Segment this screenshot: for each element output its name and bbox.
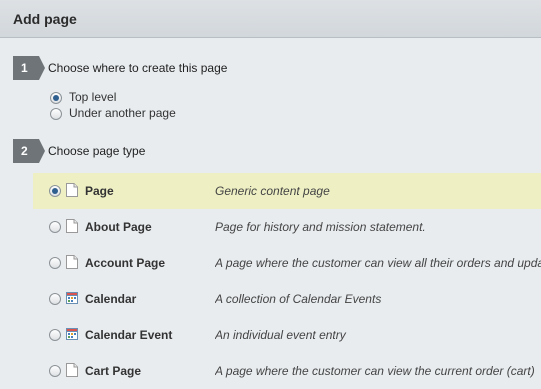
step-1-label: Choose where to create this page	[48, 61, 228, 75]
page-type-description: A page where the customer can view the c…	[215, 364, 535, 378]
page-type-description: Page for history and mission statement.	[215, 220, 426, 234]
page-type-description: A page where the customer can view all t…	[215, 256, 541, 270]
radio-page-type[interactable]	[49, 257, 61, 269]
document-icon	[66, 219, 78, 233]
page-type-description: A collection of Calendar Events	[215, 292, 382, 306]
page-type-row-account-page[interactable]: Account Page A page where the customer c…	[33, 245, 541, 281]
page-type-row-calendar-event[interactable]: Calendar Event An individual event entry	[33, 317, 541, 353]
step-2-label: Choose page type	[48, 144, 146, 158]
location-option-under-another-page[interactable]: Under another page	[50, 105, 350, 121]
page-type-row-cart-page[interactable]: Cart Page A page where the customer can …	[33, 353, 541, 389]
radio-under-another-page[interactable]	[50, 108, 62, 120]
location-option-label: Top level	[69, 90, 117, 104]
page-type-row-calendar[interactable]: Calendar A collection of Calendar Events	[33, 281, 541, 317]
calendar-icon	[66, 328, 78, 340]
page-type-name: Page	[85, 184, 114, 198]
page-type-name: Calendar	[85, 292, 137, 306]
page-type-name: About Page	[85, 220, 152, 234]
radio-page-type[interactable]	[49, 293, 61, 305]
radio-page-type[interactable]	[49, 329, 61, 341]
calendar-icon	[66, 292, 78, 304]
radio-page-type[interactable]	[49, 221, 61, 233]
step-2-heading: 2 Choose page type	[13, 139, 533, 163]
dialog-header: Add page	[0, 0, 541, 38]
radio-page-type[interactable]	[49, 365, 61, 377]
step-2-badge: 2	[13, 139, 45, 163]
document-icon	[66, 183, 78, 197]
step-1-badge: 1	[13, 56, 45, 80]
page-type-name: Calendar Event	[85, 328, 173, 342]
radio-page-type[interactable]	[49, 185, 61, 197]
page-type-name: Cart Page	[85, 364, 142, 378]
page-type-row-page[interactable]: Page Generic content page	[33, 173, 541, 209]
page-type-description: Generic content page	[215, 184, 330, 198]
page-type-name: Account Page	[85, 256, 166, 270]
page-type-row-about-page[interactable]: About Page Page for history and mission …	[33, 209, 541, 245]
location-option-top-level[interactable]: Top level	[50, 89, 350, 105]
document-icon	[66, 255, 78, 269]
dialog-title: Add page	[13, 11, 77, 27]
page-type-description: An individual event entry	[215, 328, 346, 342]
step-1-heading: 1 Choose where to create this page	[13, 56, 533, 80]
document-icon	[66, 363, 78, 377]
location-option-label: Under another page	[69, 106, 176, 120]
radio-top-level[interactable]	[50, 92, 62, 104]
